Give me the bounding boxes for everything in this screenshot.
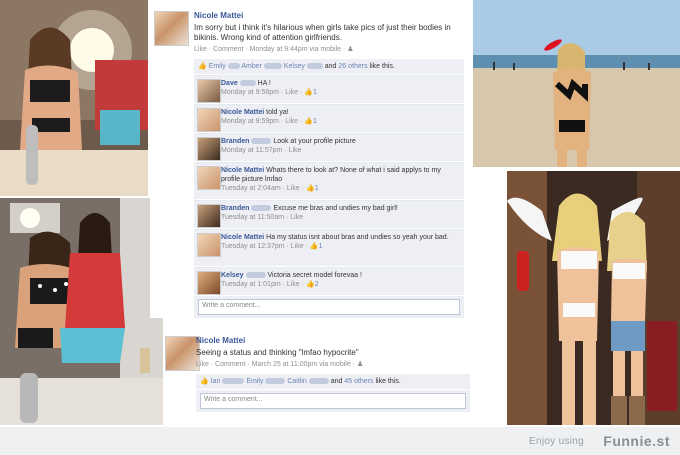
thumbs-up-icon: 👍 — [309, 243, 319, 250]
comment-avatar[interactable] — [197, 271, 221, 295]
comment: Branden Look at your profile picture Mond… — [194, 133, 464, 161]
post1-author[interactable]: Nicole Mattei — [194, 11, 466, 21]
like-name-2[interactable]: Amber — [241, 63, 262, 70]
post1-actions[interactable]: Like · Comment · Monday at 9:44pm via mo… — [194, 45, 466, 55]
post2-text: Seeing a status and thinking "lmfao hypo… — [196, 348, 359, 357]
comment-text: Ha my status isnt about bras and undies … — [266, 234, 449, 241]
comment-text: Look at your profile picture — [273, 138, 356, 145]
like-name-2[interactable]: Emily — [246, 378, 263, 385]
like-others-link[interactable]: 45 others — [344, 378, 373, 385]
comment-text: Excuse me bras and undies my bad girl! — [273, 205, 398, 212]
post2-actions[interactable]: Like · Comment · March 25 at 11:00pm via… — [196, 360, 501, 370]
thumbs-up-icon: 👍 — [200, 378, 209, 385]
thumbs-up-icon: 👍 — [198, 63, 207, 70]
comment-meta[interactable]: Tuesday at 12:37pm · Like · — [221, 243, 308, 250]
comment-avatar[interactable] — [197, 233, 221, 257]
comment-text: told ya! — [266, 109, 289, 116]
comment-meta[interactable]: Monday at 9:58pm · Like · — [221, 89, 302, 96]
comment-author[interactable]: Nicole Mattei — [221, 109, 264, 116]
like-and: and — [330, 378, 343, 385]
post2-likes-bar: 👍 Ian Emily Caitlin and 45 others like t… — [196, 374, 470, 389]
comment-author[interactable]: Nicole Mattei — [221, 167, 264, 174]
like-name-3[interactable]: Kelsey — [284, 63, 305, 70]
comment-meta[interactable]: Tuesday at 1:01pm · Like · — [221, 281, 304, 288]
blurred-name — [265, 378, 286, 385]
blurred-name — [263, 63, 282, 70]
post2-write-comment: Write a comment... — [196, 390, 470, 412]
like-and: and — [324, 63, 337, 70]
comment-meta[interactable]: Tuesday at 2:04am · Like · — [221, 185, 304, 192]
photo-beach — [473, 0, 680, 167]
like-others-link[interactable]: 26 others — [338, 63, 367, 70]
post1-avatar[interactable] — [154, 11, 189, 46]
comment-input[interactable]: Write a comment... — [200, 393, 466, 409]
blurred-name — [306, 63, 323, 70]
blurred-name — [308, 378, 329, 385]
comment-author[interactable]: Dave — [221, 80, 238, 87]
comment-avatar[interactable] — [197, 166, 221, 190]
photo-mirror-selfie-2 — [0, 198, 163, 425]
watermark-footer: Enjoy using Funnie.st — [0, 427, 680, 455]
comment: Branden Excuse me bras and undies my bad… — [194, 200, 464, 228]
comment-author[interactable]: Kelsey — [221, 272, 244, 279]
comment-meta[interactable]: Monday at 9:59pm · Like · — [221, 118, 302, 125]
comment-like-count[interactable]: 1 — [319, 243, 323, 250]
friends-icon: ♟ — [347, 46, 354, 53]
like-suffix: like this. — [375, 378, 401, 385]
photo-angel-costume — [507, 171, 680, 425]
comment-author[interactable]: Branden — [221, 205, 249, 212]
thumbs-up-icon: 👍 — [304, 89, 313, 96]
blurred-name — [251, 138, 272, 145]
comment-text: Victoria secret model forevaa ! — [267, 272, 362, 279]
comment-input[interactable]: Write a comment... — [198, 299, 460, 315]
thumbs-up-icon: 👍 — [305, 281, 315, 288]
like-name-1[interactable]: Ian — [211, 378, 221, 385]
post2-author[interactable]: Nicole Mattei — [196, 336, 501, 346]
blurred-name — [227, 63, 240, 70]
comment-text: HA ! — [257, 80, 271, 87]
blurred-name — [239, 80, 256, 87]
post2-actions-text[interactable]: Like · Comment · March 25 at 11:00pm via… — [196, 361, 355, 368]
post1-actions-text[interactable]: Like · Comment · Monday at 9:44pm via mo… — [194, 46, 345, 53]
post1-write-comment: Write a comment... — [194, 296, 464, 318]
post1-text: Im sorry but i think it's hilarious when… — [194, 23, 451, 42]
comment-avatar[interactable] — [197, 108, 221, 132]
thumbs-up-icon: 👍 — [305, 185, 315, 192]
blurred-name — [251, 205, 272, 212]
photo-mirror-selfie-1 — [0, 0, 148, 196]
post1-likes-bar: 👍 Emily Amber Kelsey and 26 others like … — [194, 59, 464, 74]
comment-meta[interactable]: Monday at 11:57pm · Like — [221, 147, 301, 154]
blurred-name — [222, 378, 245, 385]
comment-like-count[interactable]: 1 — [313, 89, 317, 96]
comment-author[interactable]: Branden — [221, 138, 249, 145]
comment-author[interactable]: Nicole Mattei — [221, 234, 264, 241]
comment-like-count[interactable]: 2 — [315, 281, 319, 288]
comment: Nicole Mattei Ha my status isnt about br… — [194, 229, 464, 266]
comment-like-count[interactable]: 1 — [315, 185, 319, 192]
comment-like-count[interactable]: 1 — [313, 118, 317, 125]
blurred-name — [245, 272, 266, 279]
comment-avatar[interactable] — [197, 137, 221, 161]
footer-brand-logo[interactable]: Funnie.st — [603, 433, 670, 449]
friends-icon: ♟ — [356, 361, 364, 368]
comment: Dave HA ! Monday at 9:58pm · Like · 👍1 — [194, 75, 464, 103]
comment-avatar[interactable] — [197, 79, 221, 103]
comment: Kelsey Victoria secret model forevaa ! Tu… — [194, 267, 464, 295]
like-name-3[interactable]: Caitlin — [287, 378, 306, 385]
like-suffix: like this. — [369, 63, 395, 70]
comment-meta[interactable]: Tuesday at 11:50am · Like — [221, 214, 303, 221]
comment: Nicole Mattei told ya! Monday at 9:59pm ·… — [194, 104, 464, 132]
thumbs-up-icon: 👍 — [304, 118, 313, 125]
facebook-post-1: Nicole Mattei Im sorry but i think it's … — [150, 0, 472, 318]
footer-enjoy-text: Enjoy using — [529, 436, 584, 447]
comment-avatar[interactable] — [197, 204, 221, 228]
comment: Nicole Mattei Whats there to look at? No… — [194, 162, 464, 199]
post2-avatar[interactable] — [165, 336, 200, 371]
facebook-post-2: Nicole Mattei Seeing a status and thinki… — [163, 326, 507, 425]
like-name-1[interactable]: Emily — [209, 63, 226, 70]
